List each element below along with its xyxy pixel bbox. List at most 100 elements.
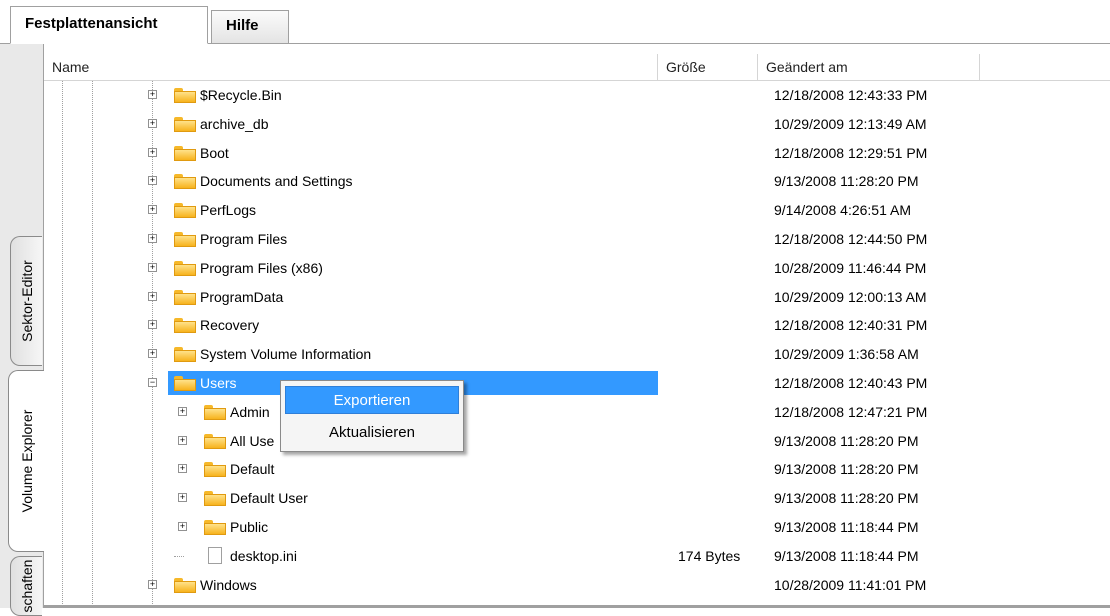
folder-row[interactable]: + Program Files (x86) 10/28/2009 11:46:44 …	[44, 254, 1110, 282]
item-name: Program Files	[200, 231, 288, 247]
item-name: Recovery	[200, 317, 260, 334]
side-tab-eigenschaften[interactable]: schaften	[10, 556, 42, 616]
folder-row[interactable]: + Admin 12/18/2008 12:47:21 PM	[44, 398, 1110, 426]
expand-icon[interactable]: +	[178, 522, 187, 531]
folder-icon	[174, 232, 196, 247]
folder-row[interactable]: + $Recycle.Bin 12/18/2008 12:43:33 PM	[44, 81, 1110, 109]
item-modified: 10/29/2009 12:13:49 AM	[774, 115, 927, 132]
folder-row[interactable]: + Recovery 12/18/2008 12:40:31 PM	[44, 311, 1110, 339]
item-name: Default	[230, 461, 275, 478]
column-header-modified[interactable]: Geändert am	[758, 54, 980, 80]
expand-icon[interactable]: +	[148, 262, 157, 272]
item-modified: 12/18/2008 12:29:51 PM	[774, 144, 928, 161]
folder-row[interactable]: + ProgramData 10/29/2009 12:00:13 AM	[44, 283, 1110, 311]
item-modified: 9/13/2008 11:28:20 PM	[774, 490, 919, 507]
tab-hilfe[interactable]: Hilfe	[211, 10, 289, 44]
file-row[interactable]: desktop.ini 174 Bytes 9/13/2008 11:18:44 P…	[44, 542, 1110, 570]
column-header-size[interactable]: Größe	[658, 54, 758, 80]
expand-icon[interactable]: +	[148, 291, 157, 301]
expand-icon[interactable]: +	[178, 406, 187, 416]
folder-row[interactable]: + Boot 12/18/2008 12:29:51 PM	[44, 139, 1110, 167]
side-tab-sektor-editor[interactable]: Sektor-Editor	[10, 236, 42, 366]
item-modified: 9/13/2008 11:18:44 PM	[774, 547, 919, 564]
expand-icon[interactable]: +	[148, 176, 157, 186]
expand-icon[interactable]: +	[178, 493, 187, 503]
folder-icon	[174, 577, 196, 593]
item-name: desktop.ini	[230, 547, 297, 564]
item-name: Users	[200, 375, 237, 391]
item-modified: 9/13/2008 11:18:44 PM	[774, 519, 919, 535]
folder-row[interactable]: + All Use 9/13/2008 11:28:20 PM	[44, 427, 1110, 455]
expand-icon[interactable]: +	[178, 464, 187, 474]
folder-icon	[174, 145, 196, 161]
folder-icon	[174, 289, 196, 305]
folder-row[interactable]: + Default User 9/13/2008 11:28:20 PM	[44, 484, 1110, 512]
folder-icon	[174, 260, 196, 276]
item-modified: 9/13/2008 11:28:20 PM	[774, 173, 919, 190]
folder-icon	[174, 88, 196, 103]
folder-row[interactable]: − Users 12/18/2008 12:40:43 PM	[44, 369, 1110, 397]
item-modified: 12/18/2008 12:40:43 PM	[774, 375, 928, 391]
item-name: Boot	[200, 144, 229, 161]
item-name: Default User	[230, 490, 308, 507]
folder-row[interactable]: + archive_db 10/29/2009 12:13:49 AM	[44, 110, 1110, 138]
menu-item-aktualisieren[interactable]: Aktualisieren	[285, 419, 459, 447]
item-name: Program Files (x86)	[200, 259, 323, 276]
item-modified: 10/28/2009 11:46:44 PM	[774, 259, 927, 276]
side-tab-label: schaften	[18, 559, 35, 613]
folder-row[interactable]: + PerfLogs 9/14/2008 4:26:51 AM	[44, 196, 1110, 224]
expand-icon[interactable]: +	[148, 118, 157, 128]
folder-icon	[174, 203, 196, 219]
item-modified: 12/18/2008 12:44:50 PM	[774, 231, 928, 247]
folder-row[interactable]: + Program Files 12/18/2008 12:44:50 PM	[44, 225, 1110, 253]
item-name: ProgramData	[200, 288, 284, 305]
folder-icon	[204, 404, 226, 420]
item-name: PerfLogs	[200, 202, 257, 219]
collapse-icon[interactable]: −	[148, 378, 157, 387]
folder-icon	[204, 520, 226, 535]
folder-icon	[174, 116, 196, 132]
item-name: Public	[230, 519, 269, 535]
folder-icon	[204, 491, 226, 507]
expand-icon[interactable]: +	[148, 234, 157, 243]
folder-row[interactable]: + System Volume Information 10/29/2009 1:3…	[44, 340, 1110, 368]
side-tab-volume-explorer[interactable]: Volume Explorer	[8, 370, 44, 552]
expand-icon[interactable]: +	[148, 349, 157, 359]
item-modified: 9/13/2008 11:28:20 PM	[774, 432, 919, 449]
folder-icon	[204, 462, 226, 478]
expand-icon[interactable]: +	[148, 147, 157, 157]
column-header-name[interactable]: Name	[44, 54, 658, 80]
side-tab-strip: Sektor-Editor Volume Explorer schaften	[0, 44, 44, 616]
side-tab-label: Sektor-Editor	[18, 260, 35, 342]
item-name: Windows	[200, 576, 257, 593]
folder-row[interactable]: + Windows 10/28/2009 11:41:01 PM	[44, 571, 1110, 599]
item-modified: 12/18/2008 12:40:31 PM	[774, 317, 928, 334]
folder-icon	[174, 347, 196, 363]
item-modified: 9/13/2008 11:28:20 PM	[774, 461, 919, 478]
file-tree: + $Recycle.Bin 12/18/2008 12:43:33 PM + arch…	[44, 81, 1110, 608]
context-menu: Exportieren Aktualisieren	[280, 380, 464, 452]
folder-icon	[174, 174, 196, 190]
expand-icon[interactable]: +	[148, 579, 157, 589]
top-tab-bar: Festplattenansicht Hilfe	[0, 0, 1110, 44]
item-modified: 10/29/2009 12:00:13 AM	[774, 288, 927, 305]
item-modified: 12/18/2008 12:43:33 PM	[774, 87, 928, 103]
item-name: All Use	[230, 432, 275, 449]
folder-row[interactable]: + Default 9/13/2008 11:28:20 PM	[44, 455, 1110, 483]
folder-icon	[174, 376, 196, 391]
item-name: $Recycle.Bin	[200, 87, 282, 103]
tab-festplattenansicht[interactable]: Festplattenansicht	[10, 6, 208, 44]
expand-icon[interactable]: +	[148, 205, 157, 215]
item-name: archive_db	[200, 115, 269, 132]
folder-row[interactable]: + Public 9/13/2008 11:18:44 PM	[44, 513, 1110, 541]
expand-icon[interactable]: +	[148, 320, 157, 330]
column-header: Name Größe Geändert am	[44, 54, 1110, 81]
folder-row[interactable]: + Documents and Settings 9/13/2008 11:28:2…	[44, 167, 1110, 195]
expand-icon[interactable]: +	[148, 90, 157, 99]
item-size: 174 Bytes	[678, 547, 741, 564]
menu-item-exportieren[interactable]: Exportieren	[285, 386, 459, 414]
expand-icon[interactable]: +	[178, 435, 187, 445]
item-modified: 12/18/2008 12:47:21 PM	[774, 403, 928, 420]
folder-icon	[174, 318, 196, 334]
side-tab-label: Volume Explorer	[18, 409, 35, 513]
